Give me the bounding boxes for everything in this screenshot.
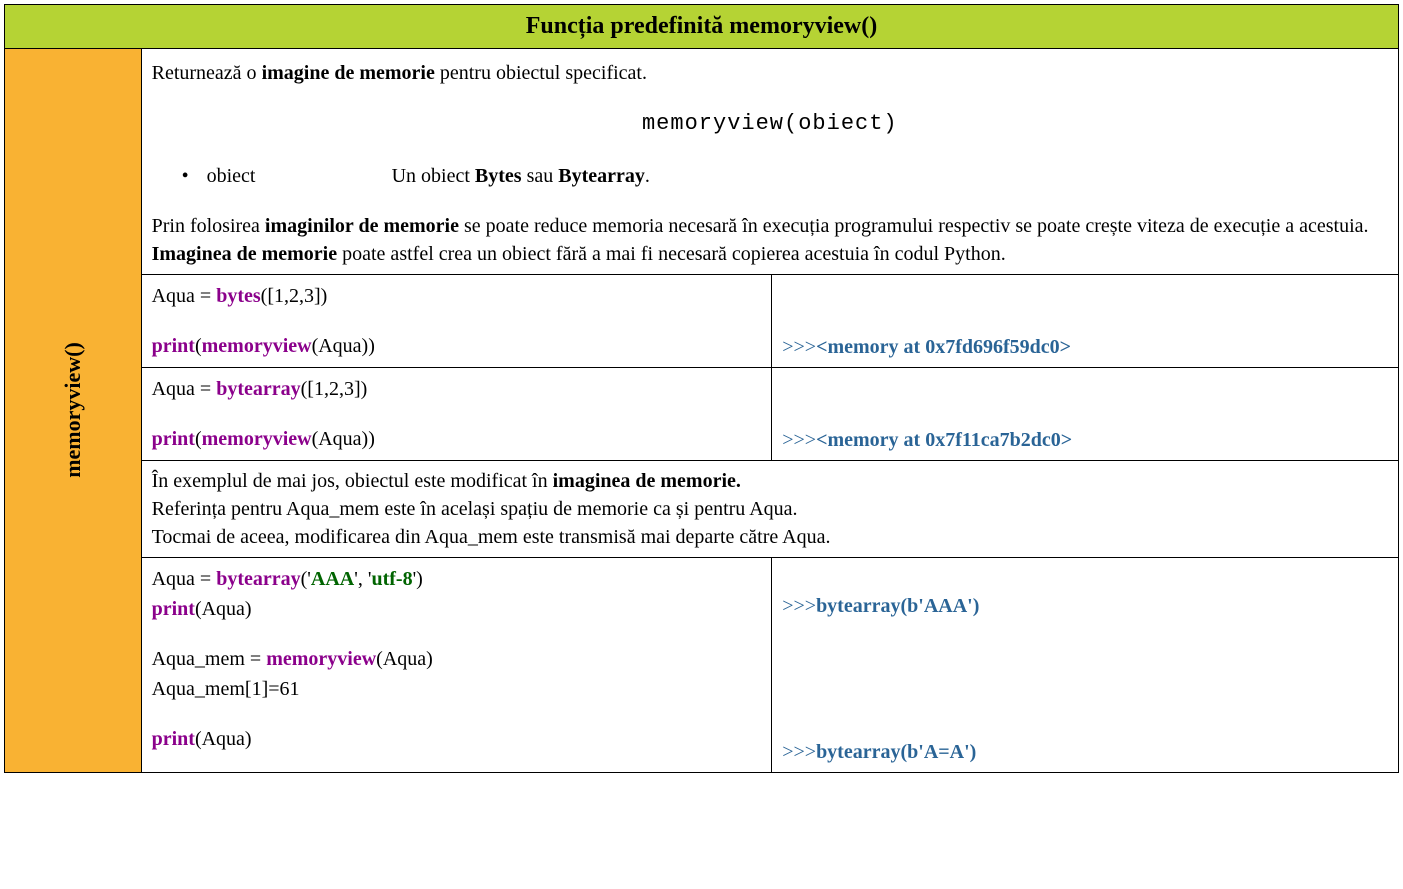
table-header: Funcția predefinită memoryview() [5, 5, 1399, 49]
output-line: >>>bytearray(b'A=A') [782, 738, 1388, 766]
sidebar: memoryview() [5, 49, 142, 773]
code-cell-3: Aqua = bytearray('AAA', 'utf-8') print(A… [141, 557, 772, 772]
example-row-3: Aqua = bytearray('AAA', 'utf-8') print(A… [5, 557, 1399, 772]
code-line: Aqua_mem[1]=61 [152, 674, 762, 704]
header-title: Funcția predefinită memoryview() [526, 13, 877, 39]
intro-bold: imagine de memorie [262, 62, 435, 84]
param-desc: Un obiect Bytes sau Bytearray. [392, 165, 650, 187]
intro-pre: Returnează o [152, 62, 262, 84]
param-row: • obiect Un obiect Bytes sau Bytearray. [152, 162, 1388, 190]
bullet-icon: • [182, 162, 202, 190]
paragraph-2: Prin folosirea imaginilor de memorie se … [152, 212, 1388, 240]
output-line: >>>bytearray(b'AAA') [782, 592, 1388, 620]
code-cell-1: Aqua = bytes([1,2,3]) print(memoryview(A… [141, 274, 772, 367]
param-name: obiect [207, 162, 387, 190]
syntax-box: memoryview(obiect) [152, 109, 1388, 140]
output-line: >>><memory at 0x7f11ca7b2dc0> [782, 426, 1388, 454]
explain-line-2: Referința pentru Aqua_mem este în acelaș… [152, 495, 1388, 523]
code-line: print(memoryview(Aqua)) [152, 424, 762, 454]
intro-line: Returnează o imagine de memorie pentru o… [152, 59, 1388, 87]
example-row-1: Aqua = bytes([1,2,3]) print(memoryview(A… [5, 274, 1399, 367]
output-cell-2: >>><memory at 0x7f11ca7b2dc0> [772, 367, 1399, 460]
explain-row: În exemplul de mai jos, obiectul este mo… [5, 460, 1399, 557]
code-line: print(memoryview(Aqua)) [152, 331, 762, 361]
code-line: Aqua = bytearray([1,2,3]) [152, 374, 762, 404]
code-line: Aqua = bytearray('AAA', 'utf-8') [152, 564, 762, 594]
paragraph-3: Imaginea de memorie poate astfel crea un… [152, 240, 1388, 268]
code-line: print(Aqua) [152, 724, 762, 754]
sidebar-label: memoryview() [60, 343, 86, 479]
explain-line-1: În exemplul de mai jos, obiectul este mo… [152, 467, 1388, 495]
example-row-2: Aqua = bytearray([1,2,3]) print(memoryvi… [5, 367, 1399, 460]
description-cell: Returnează o imagine de memorie pentru o… [141, 49, 1398, 275]
code-line: Aqua_mem = memoryview(Aqua) [152, 644, 762, 674]
code-line: Aqua = bytes([1,2,3]) [152, 281, 762, 311]
code-cell-2: Aqua = bytearray([1,2,3]) print(memoryvi… [141, 367, 772, 460]
explain-cell: În exemplul de mai jos, obiectul este mo… [141, 460, 1398, 557]
doc-table: Funcția predefinită memoryview() memoryv… [4, 4, 1399, 773]
code-line: print(Aqua) [152, 594, 762, 624]
explain-line-3: Tocmai de aceea, modificarea din Aqua_me… [152, 523, 1388, 551]
output-cell-1: >>><memory at 0x7fd696f59dc0> [772, 274, 1399, 367]
output-cell-3: >>>bytearray(b'AAA') >>>bytearray(b'A=A'… [772, 557, 1399, 772]
output-line: >>><memory at 0x7fd696f59dc0> [782, 333, 1388, 361]
intro-post: pentru obiectul specificat. [435, 62, 647, 84]
